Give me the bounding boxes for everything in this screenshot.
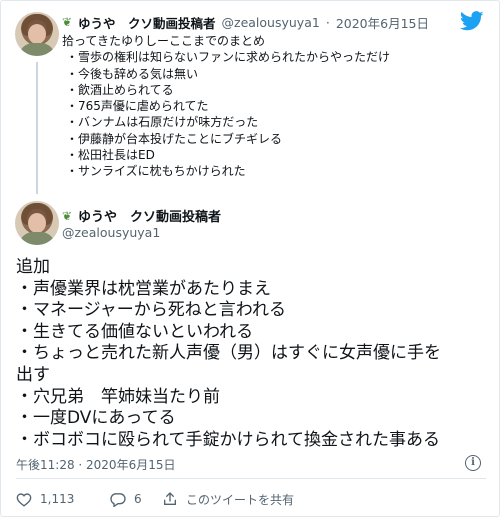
like-button[interactable]: 1,113 <box>16 489 74 509</box>
reply-handle[interactable]: @zealousyuya1 <box>62 225 160 240</box>
reply-tweet-header: ❦ ゆうや クソ動画投稿者 <box>62 206 221 226</box>
parent-line: ・伊藤静が台本投げたことにブチギレる <box>66 131 283 146</box>
parent-tweet-header: ❦ ゆうや クソ動画投稿者 @zealousyuya1 · 2020年6月15日 <box>62 13 482 31</box>
parent-line: ・雪歩の権利は知らないファンに求められたからやっただけ <box>66 50 391 65</box>
reply-timestamp[interactable]: 午後11:28 · 2020年6月15日 <box>16 456 175 473</box>
reply-tweet-text: 追加 ・声優業界は枕営業があたりまえ ・マネージャーから死ねと言われる ・生きて… <box>16 257 492 451</box>
info-icon[interactable]: i <box>465 455 481 471</box>
reply-line: 出す <box>16 364 50 385</box>
thread-connector-line <box>36 62 38 194</box>
parent-line: ・サンライズに枕もちかけられた <box>66 164 246 179</box>
reply-line: ・一度DVにあってる <box>16 408 176 429</box>
reply-count: 6 <box>134 492 142 506</box>
reply-line: ・穴兄弟 竿姉妹当たり前 <box>16 386 220 407</box>
leaf-emoji-icon: ❦ <box>62 208 73 223</box>
share-icon <box>164 492 176 505</box>
parent-date[interactable]: 2020年6月15日 <box>336 13 429 32</box>
share-tweet-button[interactable]: このツイートを共有 <box>162 489 294 509</box>
reply-line: ・生きてる価値ないといわれる <box>16 321 254 342</box>
parent-line: ・飲酒止められてる <box>66 82 174 97</box>
like-count: 1,113 <box>40 492 75 506</box>
parent-display-name[interactable]: ゆうや クソ動画投稿者 <box>78 13 216 32</box>
reply-display-name[interactable]: ゆうや クソ動画投稿者 <box>78 206 221 225</box>
reply-line: 追加 <box>16 257 50 277</box>
parent-line: 拾ってきたゆりしーここまでのまとめ <box>62 34 266 48</box>
parent-line: ・今後も辞める気は無い <box>66 66 199 81</box>
reply-icon <box>110 492 126 507</box>
parent-line: ・バンナムは石原だけが味方だった <box>66 115 259 130</box>
parent-handle[interactable]: @zealousyuya1 <box>222 15 320 30</box>
parent-separator: · <box>325 14 330 30</box>
parent-tweet-text: 拾ってきたゆりしーここまでのまとめ ・雪歩の権利は知らないファンに求められたから… <box>62 33 442 180</box>
reply-line: ・ボコボコに殴られて手錠かけられて換金された事ある <box>16 429 440 450</box>
twitter-bird-icon[interactable] <box>460 11 484 31</box>
reply-button[interactable]: 6 <box>110 489 142 509</box>
parent-line: ・765声優に虐められてた <box>66 99 209 114</box>
reply-line: ・声優業界は枕営業があたりまえ <box>16 278 271 299</box>
parent-avatar[interactable] <box>15 12 59 56</box>
parent-line: ・松田社長はED <box>66 148 155 163</box>
reply-line: ・マネージャーから死ねと言われる <box>16 300 286 321</box>
heart-icon <box>16 492 32 507</box>
share-label: このツイートを共有 <box>186 492 295 507</box>
reply-line: ・ちょっと売れた新人声優（男）はすぐに女声優に手を <box>16 343 441 364</box>
actions-divider <box>16 478 486 479</box>
leaf-emoji-icon: ❦ <box>62 15 73 29</box>
reply-avatar[interactable] <box>15 201 59 245</box>
